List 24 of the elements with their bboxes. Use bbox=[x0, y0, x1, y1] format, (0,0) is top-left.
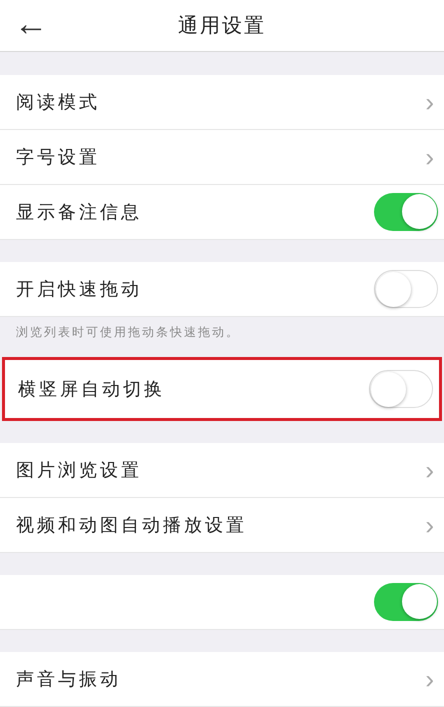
setting-row[interactable]: 开启快速拖动 bbox=[0, 262, 444, 317]
highlighted-setting-row[interactable]: 横竖屏自动切换 bbox=[2, 357, 442, 421]
hint-text: 浏览列表时可使用拖动条快速拖动。 bbox=[16, 324, 240, 340]
setting-label: 图片浏览设置 bbox=[16, 459, 142, 482]
setting-label: 视频和动图自动播放设置 bbox=[16, 514, 247, 537]
setting-label: 横竖屏自动切换 bbox=[18, 378, 165, 401]
setting-row[interactable]: 阅读模式 › bbox=[0, 75, 444, 130]
setting-label: 字号设置 bbox=[16, 146, 100, 169]
toggle-switch[interactable] bbox=[374, 270, 438, 308]
setting-row[interactable]: 显示备注信息 bbox=[0, 185, 444, 240]
setting-row[interactable]: 字号设置 › bbox=[0, 130, 444, 185]
toggle-switch[interactable] bbox=[374, 193, 438, 231]
toggle-switch[interactable] bbox=[374, 583, 438, 621]
setting-label: 显示备注信息 bbox=[16, 201, 142, 224]
page-title: 通用设置 bbox=[178, 12, 266, 39]
setting-row[interactable]: 视频和动图自动播放设置 › bbox=[0, 498, 444, 553]
toggle-switch[interactable] bbox=[369, 370, 433, 408]
setting-row[interactable]: 图片浏览设置 › bbox=[0, 443, 444, 498]
back-button[interactable]: ← bbox=[0, 6, 48, 44]
setting-row[interactable]: 声音与振动 › bbox=[0, 652, 444, 707]
setting-label: 声音与振动 bbox=[16, 668, 121, 691]
setting-row[interactable] bbox=[0, 575, 444, 630]
setting-label: 阅读模式 bbox=[16, 91, 100, 114]
setting-label: 开启快速拖动 bbox=[16, 278, 142, 301]
